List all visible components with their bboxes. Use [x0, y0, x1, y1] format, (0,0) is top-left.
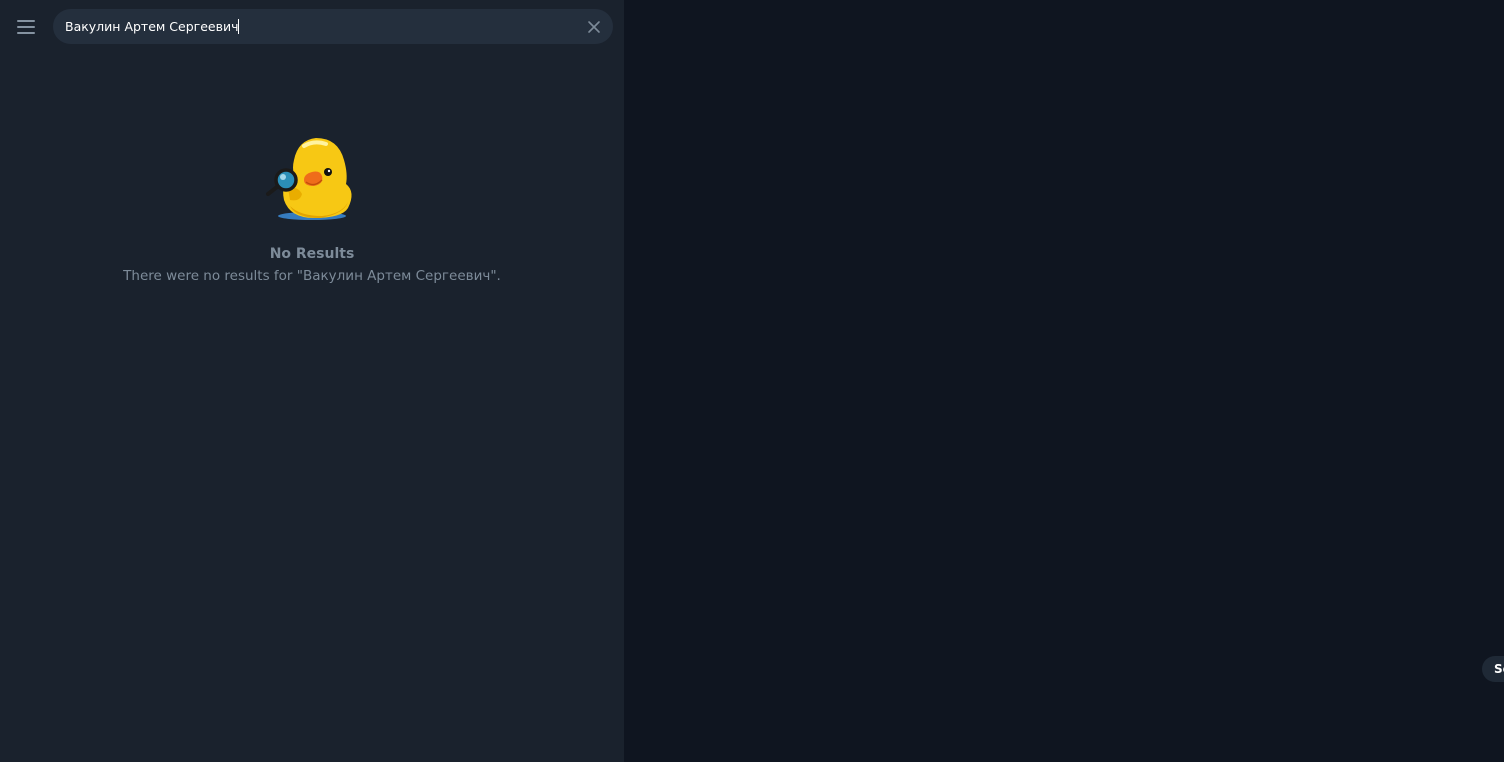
duck-with-magnifier-icon — [266, 138, 352, 220]
no-results-title: No Results — [269, 246, 355, 262]
chat-area: Se — [624, 0, 1504, 762]
sidebar: Вакулин Артем Сергеевич No Results There… — [0, 0, 624, 762]
search-input[interactable]: Вакулин Артем Сергеевич — [65, 9, 575, 44]
hamburger-menu-icon[interactable] — [12, 14, 40, 40]
search-field[interactable]: Вакулин Артем Сергеевич — [53, 9, 613, 44]
no-results-message: There were no results for "Вакулин Артем… — [123, 268, 501, 284]
text-caret — [238, 19, 240, 34]
empty-search-results: No Results There were no results for "Ва… — [0, 130, 624, 285]
close-icon[interactable] — [585, 18, 603, 36]
floating-label-pill[interactable]: Se — [1482, 656, 1504, 682]
app-window: Вакулин Артем Сергеевич No Results There… — [0, 0, 1504, 762]
search-input-value: Вакулин Артем Сергеевич — [65, 19, 239, 34]
